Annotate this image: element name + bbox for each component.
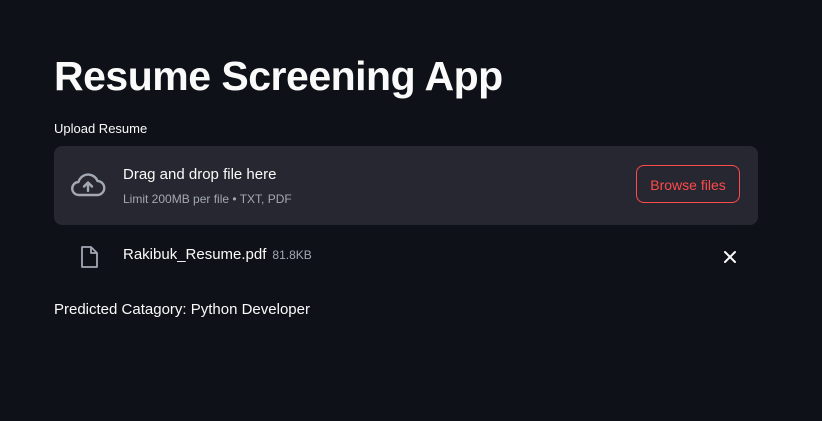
file-icon	[81, 246, 98, 268]
uploaded-file-name: Rakibuk_Resume.pdf	[123, 246, 267, 263]
browse-files-button[interactable]: Browse files	[636, 165, 740, 203]
dropzone-title: Drag and drop file here	[123, 166, 277, 183]
file-dropzone[interactable]: Drag and drop file here Limit 200MB per …	[54, 146, 758, 225]
uploaded-file-size: 81.8KB	[272, 248, 312, 262]
uploaded-file-info: Rakibuk_Resume.pdf 81.8KB	[123, 246, 312, 264]
close-icon[interactable]	[720, 247, 740, 267]
dropzone-limit: Limit 200MB per file • TXT, PDF	[123, 192, 292, 206]
cloud-upload-icon	[71, 173, 106, 197]
page-title: Resume Screening App	[54, 53, 503, 99]
uploaded-file-row: Rakibuk_Resume.pdf 81.8KB	[54, 237, 758, 275]
prediction-result: Predicted Catagory: Python Developer	[54, 301, 310, 318]
app-root: { "app": { "title": "Resume Screening Ap…	[0, 0, 822, 421]
upload-label: Upload Resume	[54, 121, 148, 136]
